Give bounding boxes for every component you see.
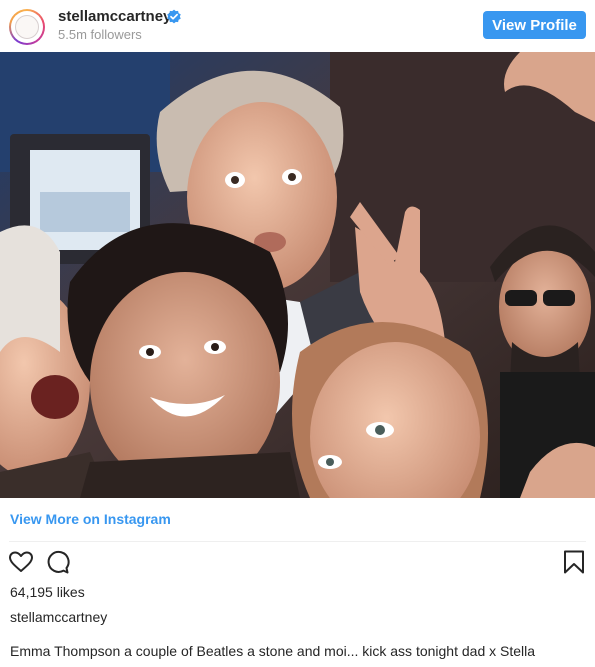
heart-icon[interactable] — [8, 549, 34, 575]
verified-badge-icon — [167, 9, 181, 24]
post-owner[interactable]: stellamccartney — [10, 609, 107, 625]
comment-icon[interactable] — [44, 549, 70, 575]
like-count: 64,195 likes — [10, 584, 85, 600]
group-selfie-photo — [0, 52, 595, 498]
post-caption: Emma Thompson a couple of Beatles a ston… — [10, 643, 536, 659]
bookmark-icon[interactable] — [563, 550, 585, 574]
post-header: stellamccartney 5.5m followers View Prof… — [0, 0, 595, 52]
post-photo[interactable] — [0, 52, 595, 498]
view-profile-button[interactable]: View Profile — [483, 11, 586, 39]
avatar[interactable] — [9, 9, 45, 45]
follower-count: 5.5m followers — [58, 27, 142, 42]
divider — [9, 541, 586, 542]
username[interactable]: stellamccartney — [58, 8, 171, 25]
view-more-link[interactable]: View More on Instagram — [10, 511, 171, 527]
